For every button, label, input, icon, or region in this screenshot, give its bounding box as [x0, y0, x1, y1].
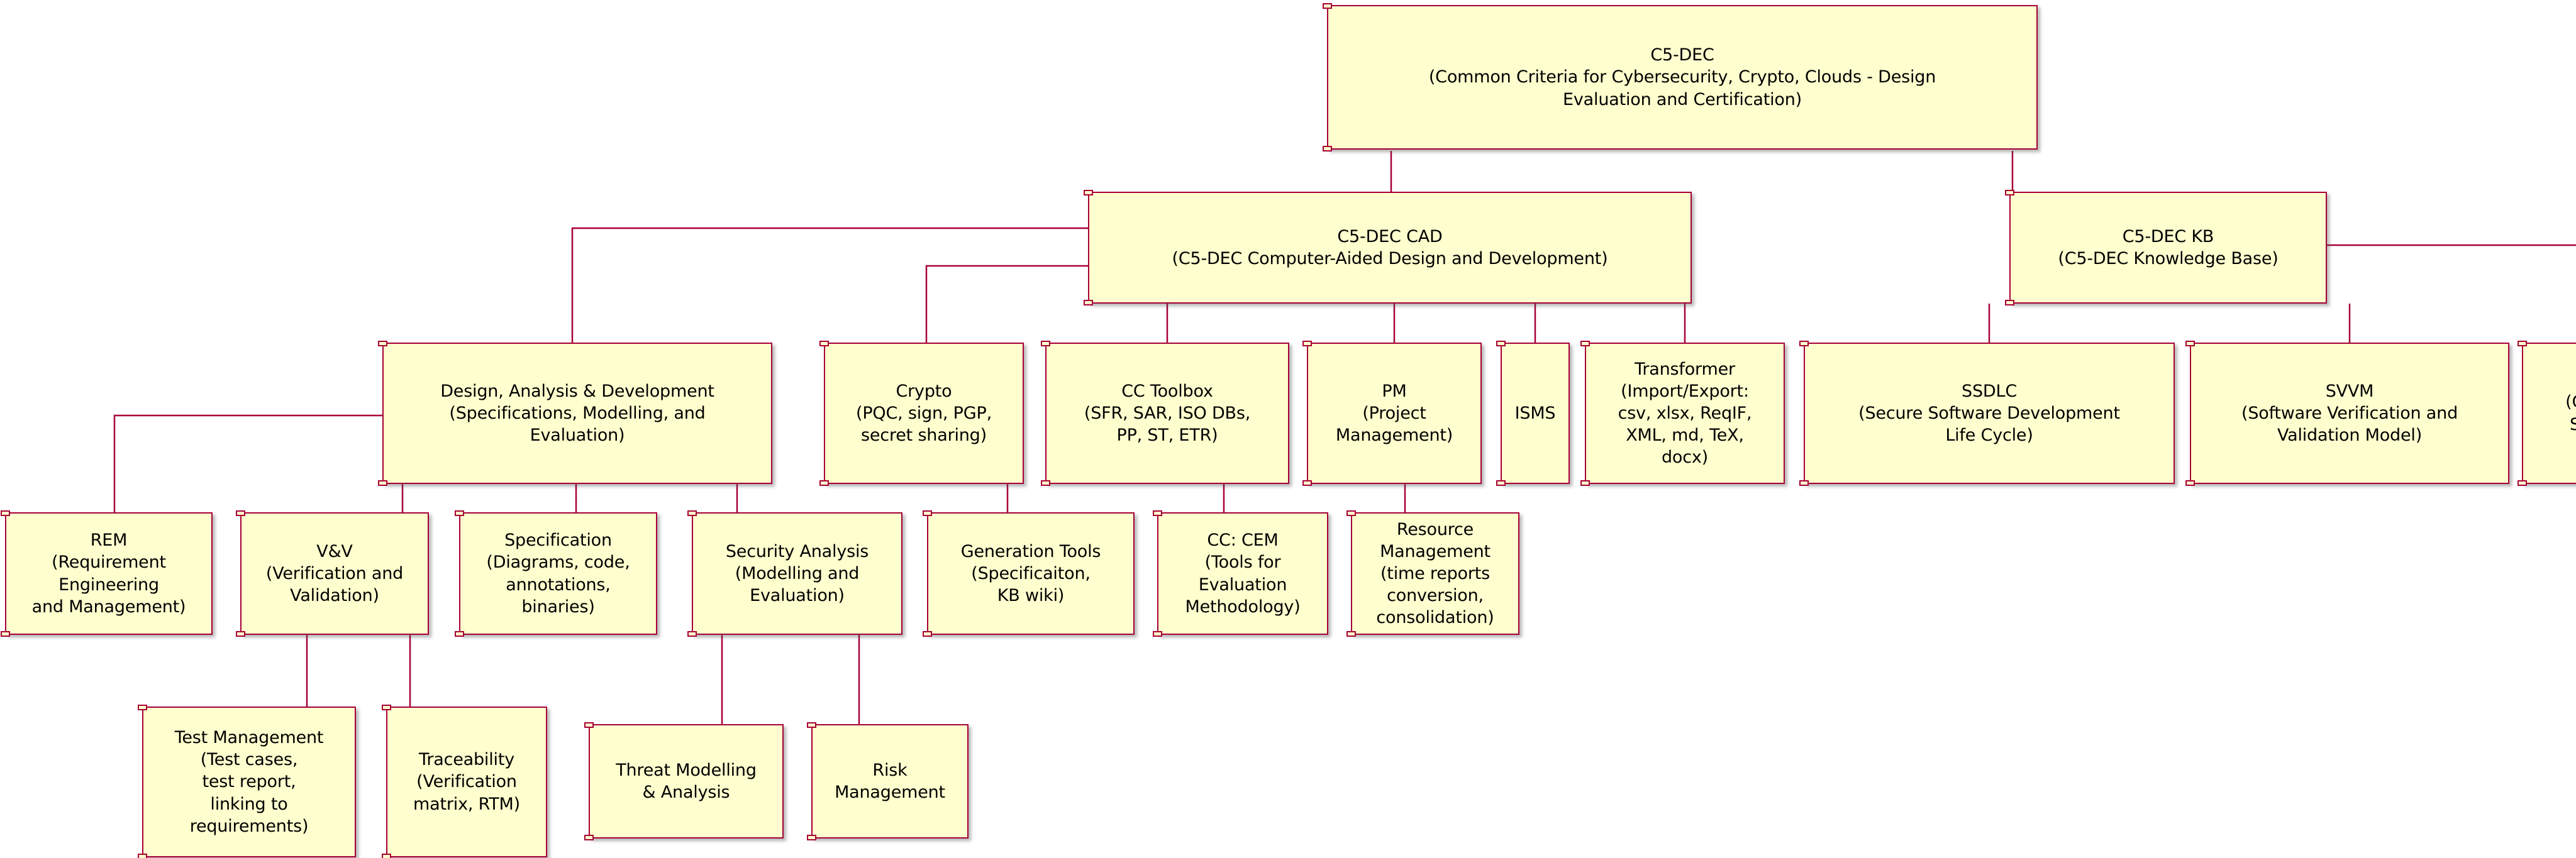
node-label: Specification (Diagrams, code, annotatio… [486, 531, 630, 617]
port-top-left-icon [687, 510, 697, 516]
node-cybersecurity-clipped[interactable]: (Cyb Sec [2518, 341, 2576, 486]
port-bottom-left-icon [1346, 631, 1356, 637]
node-label: CC Toolbox (SFR, SAR, ISO DBs, PP, ST, E… [1084, 381, 1251, 446]
port-bottom-left-icon [1323, 146, 1332, 151]
node-ssdlc[interactable]: SSDLC (Secure Software Development Life … [1799, 341, 2175, 486]
port-bottom-left-icon [382, 854, 391, 858]
node-resource-management[interactable]: Resource Management (time reports conver… [1346, 510, 1519, 637]
port-top-left-icon [236, 510, 245, 516]
node-label: Transformer (Import/Export: csv, xlsx, R… [1618, 359, 1752, 468]
port-top-left-icon [1346, 510, 1356, 516]
port-top-left-icon [584, 722, 594, 728]
node-label: (Cyb Sec [2565, 392, 2576, 434]
port-top-left-icon [807, 722, 816, 728]
port-bottom-left-icon [807, 835, 816, 840]
node-traceability[interactable]: Traceability (Verification matrix, RTM) [382, 705, 547, 858]
node-label: PM (Project Management) [1335, 381, 1453, 446]
port-top-left-icon [1302, 341, 1312, 346]
node-cc-toolbox[interactable]: CC Toolbox (SFR, SAR, ISO DBs, PP, ST, E… [1041, 341, 1289, 486]
node-verification-validation[interactable]: V&V (Verification and Validation) [236, 510, 429, 637]
port-bottom-left-icon [236, 631, 245, 637]
node-label: C5-DEC KB (C5-DEC Knowledge Base) [2058, 226, 2279, 268]
port-top-left-icon [1, 510, 10, 516]
port-top-left-icon [382, 705, 391, 710]
node-label: V&V (Verification and Validation) [265, 541, 404, 606]
node-label: REM (Requirement Engineering and Managem… [31, 531, 186, 617]
port-top-left-icon [1496, 341, 1506, 346]
port-bottom-left-icon [455, 631, 464, 637]
port-bottom-left-icon [584, 835, 594, 840]
node-rem[interactable]: REM (Requirement Engineering and Managem… [1, 510, 213, 637]
node-project-management[interactable]: PM (Project Management) [1302, 341, 1482, 486]
node-label: Design, Analysis & Development (Specific… [440, 381, 714, 446]
edge-c5dec-cad-to-crypto [925, 265, 1088, 343]
port-bottom-left-icon [2005, 300, 2014, 305]
node-specification[interactable]: Specification (Diagrams, code, annotatio… [455, 510, 657, 637]
port-top-left-icon [1580, 341, 1590, 346]
edge-c5dec-cad-to-design-analysis-development [571, 227, 1088, 343]
node-threat-modelling-analysis[interactable]: Threat Modelling & Analysis [584, 722, 784, 840]
node-isms[interactable]: ISMS [1496, 341, 1570, 486]
node-label: Threat Modelling & Analysis [616, 760, 757, 802]
port-top-left-icon [1041, 341, 1050, 346]
node-label: Generation Tools (Specificaiton, KB wiki… [960, 541, 1101, 606]
node-label: Crypto (PQC, sign, PGP, secret sharing) [856, 381, 992, 446]
port-top-left-icon [1084, 190, 1093, 195]
port-bottom-left-icon [2518, 480, 2527, 486]
node-transformer[interactable]: Transformer (Import/Export: csv, xlsx, R… [1580, 341, 1785, 486]
node-test-management[interactable]: Test Management (Test cases, test report… [138, 705, 356, 858]
port-top-left-icon [1323, 3, 1332, 9]
node-label: CC: CEM (Tools for Evaluation Methodolog… [1185, 531, 1301, 617]
port-top-left-icon [1153, 510, 1162, 516]
node-label: C5-DEC (Common Criteria for Cybersecurit… [1428, 45, 1936, 109]
port-bottom-left-icon [1041, 480, 1050, 486]
port-top-left-icon [2185, 341, 2195, 346]
port-top-left-icon [923, 510, 932, 516]
port-bottom-left-icon [138, 854, 147, 858]
node-label: SSDLC (Secure Software Development Life … [1858, 381, 2120, 446]
port-bottom-left-icon [1084, 300, 1093, 305]
node-label: ISMS [1514, 403, 1556, 423]
port-top-left-icon [2518, 341, 2527, 346]
port-bottom-left-icon [1302, 480, 1312, 486]
node-c5-dec[interactable]: C5-DEC (Common Criteria for Cybersecurit… [1323, 3, 2038, 151]
node-label: Security Analysis (Modelling and Evaluat… [725, 541, 869, 606]
port-bottom-left-icon [923, 631, 932, 637]
port-top-left-icon [1799, 341, 1809, 346]
port-bottom-left-icon [378, 480, 387, 486]
node-security-analysis[interactable]: Security Analysis (Modelling and Evaluat… [687, 510, 902, 637]
port-bottom-left-icon [1580, 480, 1590, 486]
node-label: Test Management (Test cases, test report… [174, 728, 324, 836]
port-bottom-left-icon [1496, 480, 1506, 486]
node-label: C5-DEC CAD (C5-DEC Computer-Aided Design… [1172, 226, 1608, 268]
node-crypto[interactable]: Crypto (PQC, sign, PGP, secret sharing) [819, 341, 1024, 486]
port-top-left-icon [138, 705, 147, 710]
port-top-left-icon [819, 341, 829, 346]
uml-class-diagram: C5-DEC (Common Criteria for Cybersecurit… [0, 0, 2576, 858]
port-bottom-left-icon [1799, 480, 1809, 486]
node-c5-dec-kb[interactable]: C5-DEC KB (C5-DEC Knowledge Base) [2005, 190, 2327, 305]
node-svvm[interactable]: SVVM (Software Verification and Validati… [2185, 341, 2509, 486]
port-bottom-left-icon [1153, 631, 1162, 637]
node-label: Traceability (Verification matrix, RTM) [413, 750, 520, 814]
port-top-left-icon [455, 510, 464, 516]
port-bottom-left-icon [687, 631, 697, 637]
node-generation-tools[interactable]: Generation Tools (Specificaiton, KB wiki… [923, 510, 1135, 637]
port-top-left-icon [378, 341, 387, 346]
node-risk-management[interactable]: Risk Management [807, 722, 969, 840]
node-label: Resource Management (time reports conver… [1376, 519, 1494, 628]
edge-design-analysis-development-to-rem [113, 414, 382, 512]
node-design-analysis-development[interactable]: Design, Analysis & Development (Specific… [378, 341, 772, 486]
node-label: SVVM (Software Verification and Validati… [2241, 381, 2458, 446]
port-bottom-left-icon [1, 631, 10, 637]
port-top-left-icon [2005, 190, 2014, 195]
node-label: Risk Management [835, 760, 945, 802]
node-c5-dec-cad[interactable]: C5-DEC CAD (C5-DEC Computer-Aided Design… [1084, 190, 1692, 305]
node-cc-cem[interactable]: CC: CEM (Tools for Evaluation Methodolog… [1153, 510, 1328, 637]
port-bottom-left-icon [2185, 480, 2195, 486]
port-bottom-left-icon [819, 480, 829, 486]
